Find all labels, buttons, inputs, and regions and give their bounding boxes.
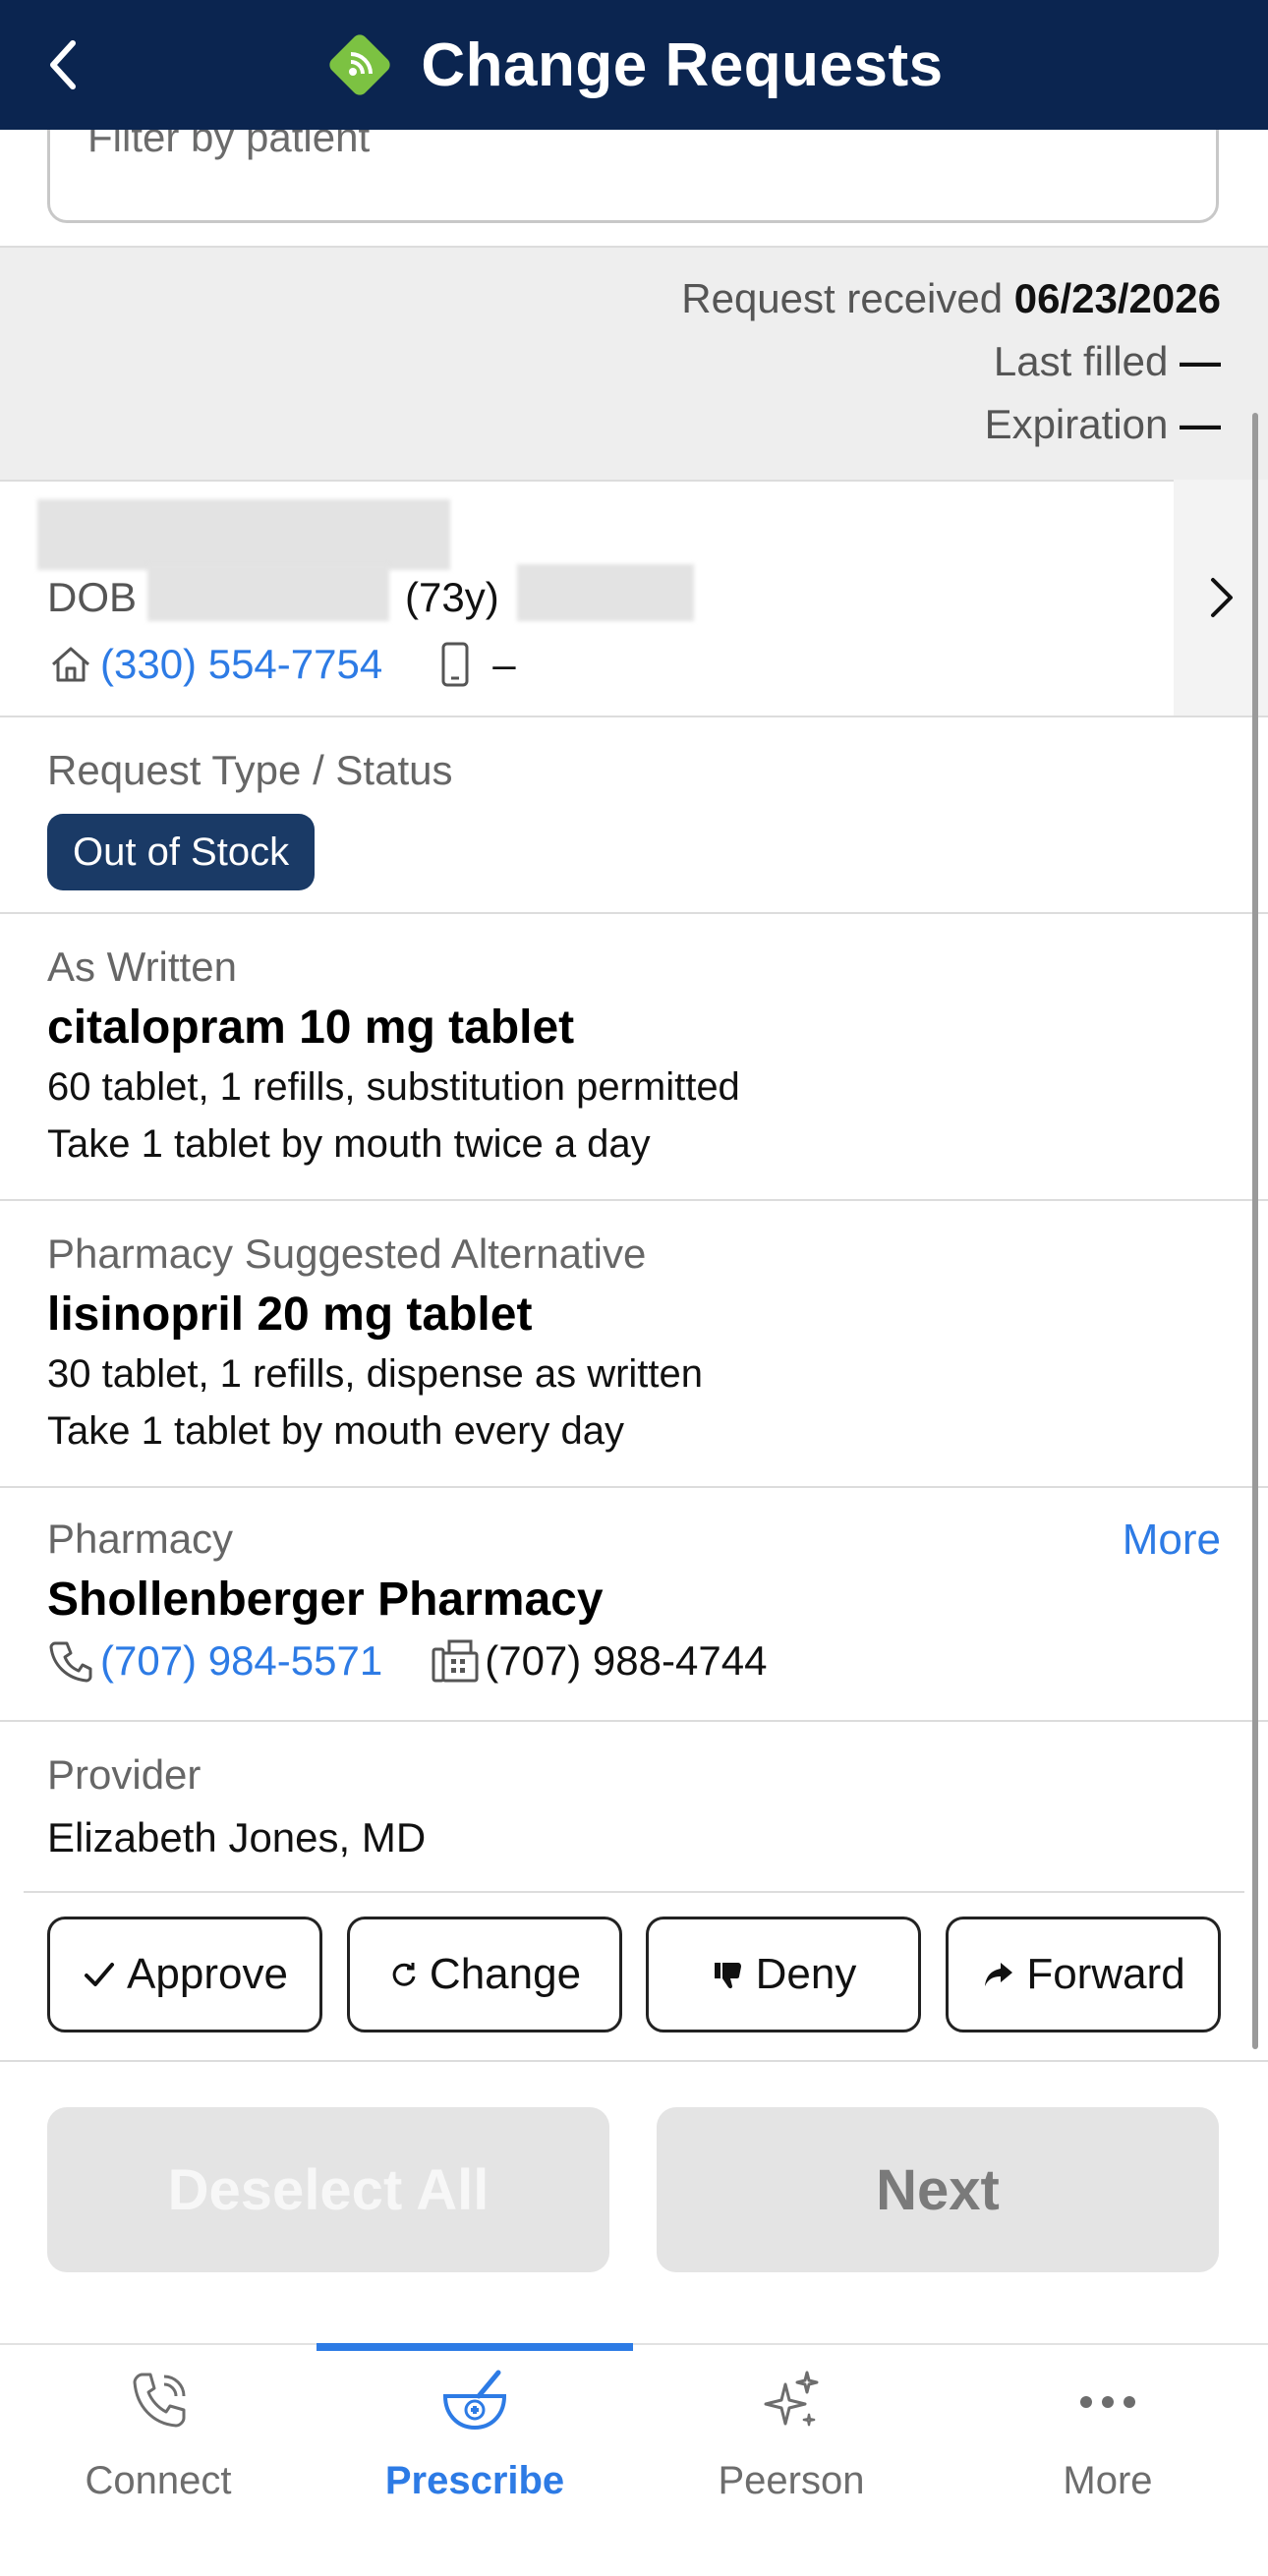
request-meta: Request received 06/23/2026 Last filled …: [0, 246, 1268, 482]
change-label: Change: [429, 1950, 582, 1998]
last-filled-value: —: [1180, 338, 1221, 384]
alternative-details: 30 tablet, 1 refills, dispense as writte…: [47, 1352, 704, 1396]
patient-phones: (330) 554-7754 –: [47, 641, 516, 688]
pharmacy-contacts: (707) 984-5571 (707) 988-4744: [47, 1637, 767, 1685]
tab-more[interactable]: More: [950, 2345, 1266, 2576]
chevron-left-icon: [50, 40, 76, 89]
pharmacy-name: Shollenberger Pharmacy: [47, 1574, 604, 1626]
expiration-label: Expiration: [984, 401, 1169, 447]
provider-section: Provider Elizabeth Jones, MD: [0, 1722, 1268, 1891]
mobile-phone-icon: [441, 642, 469, 687]
pharmacy-more-link[interactable]: More: [1123, 1516, 1221, 1565]
gender-redacted: [517, 564, 694, 621]
alternative-sig: Take 1 tablet by mouth every day: [47, 1409, 624, 1453]
pharmacy-label: Pharmacy: [47, 1516, 234, 1562]
patient-age: (73y): [405, 574, 499, 620]
tab-peerson[interactable]: Peerson: [633, 2345, 950, 2576]
fax-icon: [432, 1639, 479, 1683]
rx-signal-logo-icon: [329, 34, 391, 95]
scrollbar[interactable]: [1252, 413, 1258, 2049]
as-written-section: As Written citalopram 10 mg tablet 60 ta…: [0, 914, 1268, 1201]
approve-label: Approve: [127, 1950, 288, 1998]
checkmark-icon: [85, 1963, 115, 1986]
tab-prescribe[interactable]: Prescribe: [317, 2343, 633, 2576]
dob-label: DOB: [47, 574, 138, 620]
patient-name-redacted: [37, 499, 450, 570]
alternative-section: Pharmacy Suggested Alternative lisinopri…: [0, 1201, 1268, 1488]
deselect-all-button[interactable]: Deselect All: [47, 2107, 609, 2272]
alternative-label: Pharmacy Suggested Alternative: [47, 1231, 647, 1277]
more-dots-icon: [1080, 2396, 1135, 2408]
forward-button[interactable]: Forward: [946, 1917, 1221, 2032]
as-written-drug: citalopram 10 mg tablet: [47, 1002, 575, 1054]
divider: [24, 1891, 1244, 1893]
back-button[interactable]: [35, 29, 94, 100]
pharmacy-fax: (707) 988-4744: [485, 1637, 768, 1684]
last-filled-line: Last filled —: [994, 338, 1221, 385]
next-button[interactable]: Next: [657, 2107, 1219, 2272]
received-value: 06/23/2026: [1013, 275, 1221, 321]
expiration-line: Expiration —: [985, 401, 1221, 448]
action-bar: Approve Change Deny Forward: [0, 1891, 1268, 2062]
received-label: Request received: [681, 275, 1004, 321]
filter-placeholder: Filter by patient: [87, 130, 371, 160]
tab-bar: Connect Prescribe Peerson More: [0, 2343, 1268, 2576]
active-tab-indicator: [317, 2343, 633, 2351]
next-label: Next: [876, 2157, 1000, 2222]
tab-label: Connect: [85, 2459, 232, 2502]
as-written-label: As Written: [47, 944, 237, 990]
status-badge: Out of Stock: [47, 814, 316, 890]
request-status-label: Request Type / Status: [47, 747, 453, 793]
refresh-icon: [392, 1963, 416, 1986]
home-phone-link[interactable]: (330) 554-7754: [100, 641, 382, 688]
tab-label: More: [1063, 2459, 1153, 2502]
last-filled-label: Last filled: [993, 338, 1169, 384]
sparkles-icon: [764, 2371, 819, 2427]
tab-label: Peerson: [718, 2459, 865, 2502]
deny-button[interactable]: Deny: [646, 1917, 921, 2032]
tab-connect[interactable]: Connect: [0, 2345, 317, 2576]
patient-filter-input[interactable]: Filter by patient: [47, 130, 1219, 223]
patient-row[interactable]: DOB (73y) (330) 554-7754 –: [0, 480, 1268, 717]
as-written-details: 60 tablet, 1 refills, substitution permi…: [47, 1065, 740, 1109]
request-status-section: Request Type / Status Out of Stock: [0, 717, 1268, 914]
home-icon: [52, 647, 89, 682]
pharmacy-section: Pharmacy More Shollenberger Pharmacy (70…: [0, 1488, 1268, 1722]
title-wrap: Change Requests: [0, 0, 1268, 130]
phone-icon: [49, 1641, 92, 1683]
pharmacy-phone-link[interactable]: (707) 984-5571: [100, 1637, 382, 1685]
phone-icon: [133, 2373, 186, 2428]
forward-arrow-icon: [985, 1963, 1013, 1986]
page-title: Change Requests: [421, 30, 944, 99]
top-bar: Change Requests: [0, 0, 1268, 130]
forward-label: Forward: [1026, 1950, 1185, 1998]
thumbs-down-icon: [714, 1963, 741, 1989]
deny-label: Deny: [755, 1950, 857, 1998]
alternative-drug: lisinopril 20 mg tablet: [47, 1288, 533, 1341]
dob-redacted: [147, 564, 389, 621]
tab-label: Prescribe: [384, 2459, 565, 2502]
mobile-phone-value: –: [492, 641, 516, 687]
provider-label: Provider: [47, 1751, 202, 1798]
approve-button[interactable]: Approve: [47, 1917, 322, 2032]
change-button[interactable]: Change: [347, 1917, 622, 2032]
mortar-pestle-icon: [442, 2370, 507, 2431]
provider-name: Elizabeth Jones, MD: [47, 1814, 427, 1860]
as-written-sig: Take 1 tablet by mouth twice a day: [47, 1122, 651, 1166]
expiration-value: —: [1180, 401, 1221, 447]
request-received-line: Request received 06/23/2026: [681, 275, 1221, 322]
deselect-all-label: Deselect All: [167, 2157, 490, 2222]
filter-area: Filter by patient: [0, 130, 1268, 246]
